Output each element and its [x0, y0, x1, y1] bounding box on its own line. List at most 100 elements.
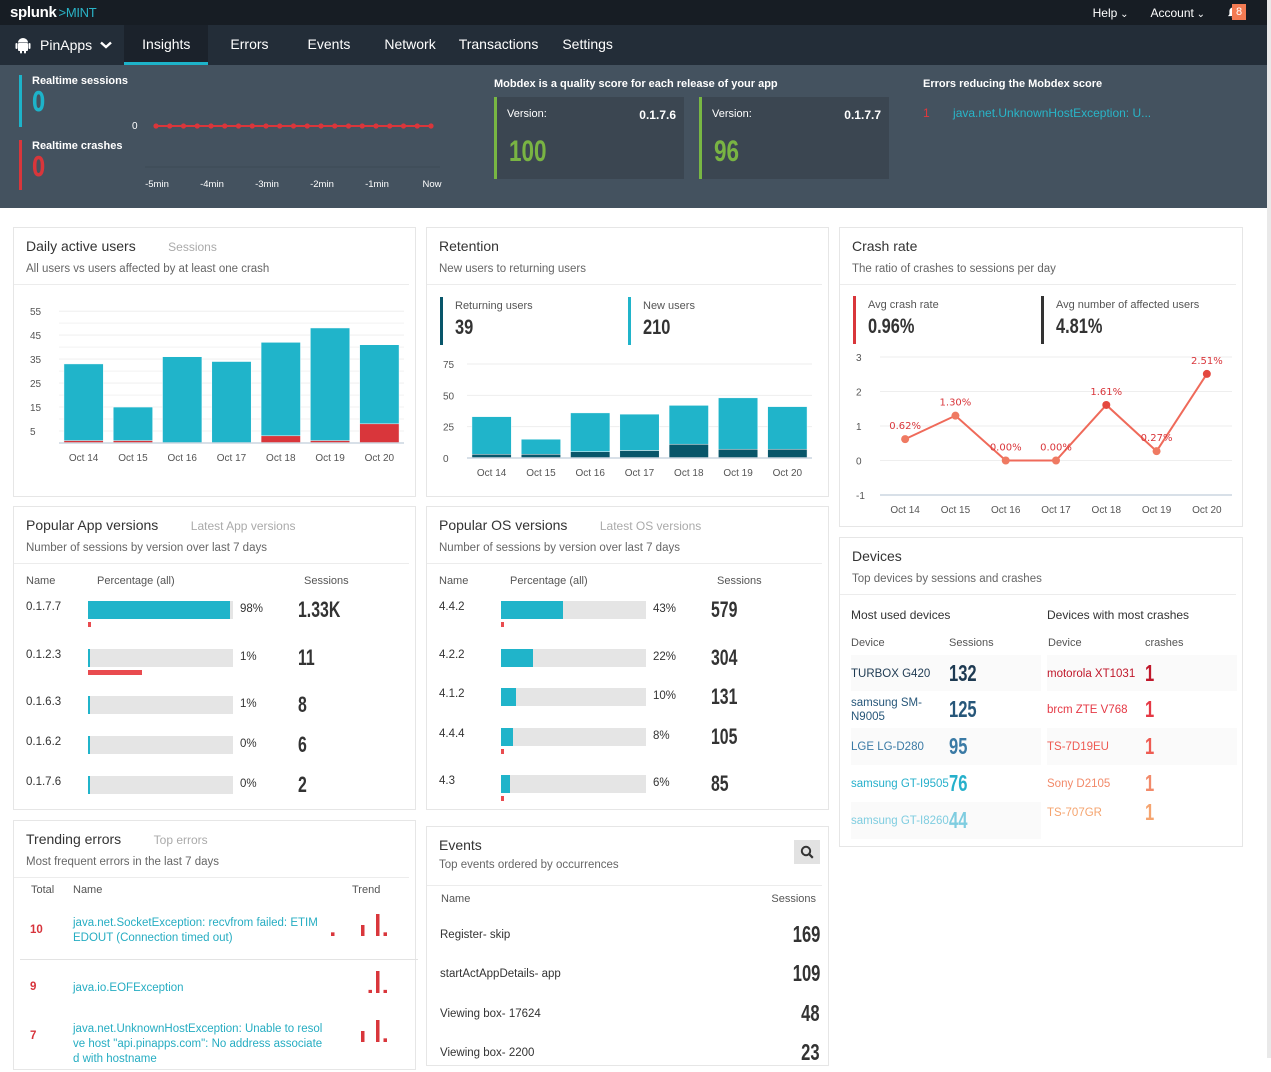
top-bar: splunk>MINT Help Account 8	[0, 0, 1271, 25]
realtime-point	[194, 123, 200, 129]
version-row[interactable]: 0.1.2.3 1% 11	[26, 645, 406, 689]
event-row[interactable]: startActAppDetails- app 109	[440, 960, 820, 992]
crash-rate-point[interactable]	[1001, 456, 1010, 465]
mobdex-card[interactable]: Version: 0.1.7.6 100	[494, 97, 684, 179]
os-versions-panel: Popular OS versions Latest OS versions N…	[426, 506, 829, 810]
bar-crash-users[interactable]	[359, 423, 400, 444]
bar-all-users[interactable]	[112, 406, 153, 444]
realtime-point	[387, 123, 393, 129]
app-selector[interactable]: PinApps	[0, 25, 124, 65]
bar-all-users[interactable]	[63, 363, 104, 444]
error-name-link[interactable]: java.net.UnknownHostException: Unable to…	[73, 1022, 323, 1067]
crash-device-row[interactable]: brcm ZTE V768 1	[1047, 691, 1237, 728]
bar-segment-new-users[interactable]	[718, 397, 759, 450]
version-number: 0.1.7.7	[844, 108, 881, 122]
sessions-value: 304	[711, 645, 738, 670]
device-row[interactable]: TURBOX G420 132	[851, 655, 1041, 692]
splunk-mint-logo[interactable]: splunk >MINT	[10, 4, 97, 21]
error-count: 1	[923, 106, 930, 120]
realtime-point	[180, 123, 187, 129]
trending-errors-panel: Trending errors Top errors Most frequent…	[13, 820, 418, 1072]
latest-app-versions-tab[interactable]: Latest App versions	[191, 519, 296, 533]
version-row[interactable]: 0.1.7.7 98% 1.33K	[26, 597, 406, 641]
sessions-tab[interactable]: Sessions	[168, 240, 217, 254]
percentage-bar-track	[501, 601, 646, 619]
tab-settings[interactable]: Settings	[544, 25, 631, 65]
crash-device-row[interactable]: TS-7D19EU 1	[1047, 728, 1237, 765]
crash-rate-point[interactable]	[1052, 456, 1060, 465]
crash-device-row[interactable]: TS-707GR 1	[1047, 794, 1237, 831]
error-row[interactable]: 7 java.net.UnknownHostException: Unable t…	[20, 1020, 418, 1072]
version-row[interactable]: 0.1.6.3 1% 8	[26, 692, 406, 736]
account-menu[interactable]: Account	[1150, 6, 1205, 20]
version-row[interactable]: 4.4.2 43% 579	[439, 597, 819, 641]
bar-segment-new-users[interactable]	[471, 416, 512, 455]
percentage-value: 0%	[240, 738, 257, 750]
bar-segment-returning-users[interactable]	[668, 443, 709, 459]
latest-os-versions-tab[interactable]: Latest OS versions	[600, 519, 701, 533]
device-crashes: 1	[1145, 660, 1155, 686]
crash-rate-point[interactable]	[951, 411, 960, 420]
percentage-value: 98%	[240, 603, 264, 615]
bar-segment-returning-users[interactable]	[767, 448, 808, 459]
returning-users-kpi: Returning users 39	[440, 297, 533, 345]
tab-insights[interactable]: Insights	[124, 25, 209, 65]
device-row[interactable]: samsung GT-I8260 44	[851, 802, 1041, 839]
device-row[interactable]: LGE LG-D280 95	[851, 728, 1041, 765]
panel-title: Daily active users	[26, 238, 136, 254]
notifications-count-badge: 8	[1232, 4, 1246, 20]
crash-rate-point[interactable]	[1102, 400, 1111, 409]
error-total: 10	[30, 924, 43, 936]
version-row[interactable]: 4.1.2 10% 131	[439, 684, 819, 728]
bar-segment-returning-users[interactable]	[619, 450, 660, 459]
bar-all-users[interactable]	[211, 361, 252, 444]
bar-all-users[interactable]	[260, 342, 301, 444]
tab-events[interactable]: Events	[291, 25, 368, 65]
error-row[interactable]: 10 java.net.SocketException: recvfrom fai…	[20, 914, 418, 960]
tab-network[interactable]: Network	[367, 25, 452, 65]
product-name: >MINT	[58, 5, 97, 20]
realtime-point	[263, 123, 269, 129]
crash-bar	[501, 796, 504, 801]
error-name-link[interactable]: java.net.SocketException: recvfrom faile…	[73, 916, 323, 946]
version-row[interactable]: 4.4.4 8% 105	[439, 724, 819, 768]
bar-segment-new-users[interactable]	[520, 438, 561, 455]
bar-crash-users[interactable]	[260, 435, 301, 444]
event-row[interactable]: Register- skip 169	[440, 921, 820, 953]
bar-segment-new-users[interactable]	[767, 406, 808, 450]
events-search-button[interactable]	[794, 840, 820, 864]
bar-all-users[interactable]	[162, 356, 203, 444]
x-tick-label: Oct 18	[1092, 505, 1122, 516]
bar-segment-returning-users[interactable]	[570, 451, 611, 459]
realtime-chart: 0 -5min -4min -3min -2min -1min Now	[132, 121, 442, 190]
version-row[interactable]: 4.2.2 22% 304	[439, 645, 819, 689]
bar-segment-returning-users[interactable]	[718, 448, 759, 459]
bar-segment-new-users[interactable]	[668, 405, 709, 445]
bar-segment-new-users[interactable]	[570, 412, 611, 452]
y-tick-label: 45	[30, 331, 42, 342]
event-row[interactable]: Viewing box- 17624 48	[440, 1000, 820, 1032]
help-menu[interactable]: Help	[1093, 6, 1129, 20]
version-row[interactable]: 0.1.6.2 0% 6	[26, 732, 406, 776]
crash-rate-point[interactable]	[1202, 369, 1211, 378]
event-row[interactable]: Viewing box- 2200 23	[440, 1039, 820, 1071]
page-scrollbar[interactable]	[1267, 0, 1271, 1058]
crash-device-row[interactable]: motorola XT1031 1	[1047, 655, 1237, 692]
top-errors-tab[interactable]: Top errors	[154, 833, 208, 847]
tab-transactions[interactable]: Transactions	[453, 25, 545, 65]
device-crashes: 1	[1145, 733, 1155, 759]
crash-rate-point[interactable]	[1152, 447, 1161, 456]
device-row[interactable]: samsung SM-N9005 125	[851, 691, 1041, 728]
mobdex-card[interactable]: Version: 0.1.7.7 96	[699, 97, 889, 179]
tab-errors[interactable]: Errors	[208, 25, 290, 65]
mobdex-error-item[interactable]: 1 java.net.UnknownHostException: U...	[923, 106, 1151, 120]
bar-segment-new-users[interactable]	[619, 413, 660, 451]
device-row[interactable]: samsung GT-I9505 76	[851, 765, 1041, 802]
error-link[interactable]: java.net.UnknownHostException: U...	[953, 106, 1151, 120]
version-row[interactable]: 4.3 6% 85	[439, 771, 819, 815]
crash-rate-point[interactable]	[901, 435, 910, 444]
error-name-link[interactable]: java.io.EOFException	[73, 981, 323, 996]
version-row[interactable]: 0.1.7.6 0% 2	[26, 772, 406, 816]
bar-all-users[interactable]	[310, 327, 351, 444]
kpi-value: 210	[643, 316, 671, 339]
